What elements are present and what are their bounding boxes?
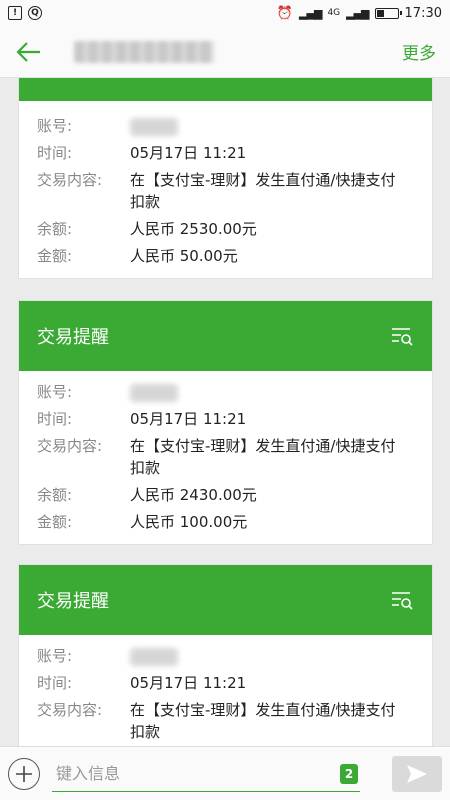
send-button[interactable] [392, 755, 442, 792]
time-row: 时间: 05月17日 11:21 [19, 408, 432, 430]
row-label: 交易内容: [37, 701, 103, 719]
card-body: 账号: 时间: 05月17日 11:21 交易内容: 在【支付宝-理财】发生直付… [19, 371, 432, 544]
content-row: 交易内容: 在【支付宝-理财】发生直付通/快捷支付扣款 [19, 699, 432, 743]
row-value: 05月17日 11:21 [130, 144, 247, 162]
message-input[interactable] [52, 763, 322, 783]
account-redacted [130, 383, 178, 402]
row-label: 金额: [37, 513, 73, 531]
card-title: 交易提醒 [37, 327, 109, 348]
network-label: 4G [327, 8, 341, 18]
row-value: 人民币 2430.00元 [130, 486, 257, 504]
plus-button[interactable] [8, 757, 40, 790]
row-label: 交易内容: [37, 437, 103, 455]
row-value: 在【支付宝-理财】发生直付通/快捷支付扣款 [130, 701, 396, 741]
account-redacted [130, 647, 178, 666]
account-row: 账号: [19, 115, 432, 137]
send-icon [407, 764, 427, 783]
row-value: 人民币 50.00元 [130, 247, 238, 265]
row-label: 金额: [37, 247, 73, 265]
card-header [19, 78, 432, 101]
status-bar: ! Q ⏰ ▂▄▆ 4G ▂▄▆ 17:30 [0, 0, 450, 26]
amount-row: 金额: 人民币 50.00元 [19, 245, 432, 267]
card-header: 交易提醒 [19, 301, 432, 371]
input-bar: 2 [0, 746, 450, 800]
balance-row: 余额: 人民币 2430.00元 [19, 484, 432, 506]
row-value: 在【支付宝-理财】发生直付通/快捷支付扣款 [130, 437, 396, 477]
row-label: 时间: [37, 674, 73, 692]
row-label: 时间: [37, 410, 73, 428]
message-card[interactable]: 交易提醒 账号: 时间: 05月17日 11:21 交易内容: 在【支付宝-理财… [18, 564, 433, 746]
arrow-left-icon [16, 41, 40, 62]
app-notification-icon: Q [28, 6, 42, 20]
time-row: 时间: 05月17日 11:21 [19, 142, 432, 164]
row-value: 05月17日 11:21 [130, 674, 247, 692]
account-row: 账号: [19, 381, 432, 403]
notification-icon: ! [8, 6, 22, 20]
message-card: 账号: 时间: 05月17日 11:21 交易内容: 在【支付宝-理财】发生直付… [18, 78, 433, 279]
battery-icon [374, 7, 402, 19]
conversation-title-redacted [74, 40, 214, 63]
content-row: 交易内容: 在【支付宝-理财】发生直付通/快捷支付扣款 [19, 169, 432, 213]
more-button[interactable]: 更多 [402, 39, 436, 64]
row-label: 账号: [37, 647, 73, 665]
row-label: 余额: [37, 486, 73, 504]
row-label: 账号: [37, 117, 73, 135]
alarm-icon: ⏰ [276, 5, 294, 21]
balance-row: 余额: 人民币 2530.00元 [19, 218, 432, 240]
plus-icon [16, 765, 32, 782]
amount-row: 金额: 人民币 100.00元 [19, 511, 432, 533]
filter-search-icon[interactable] [390, 590, 414, 610]
row-label: 账号: [37, 383, 73, 401]
row-label: 余额: [37, 220, 73, 238]
message-input-wrapper: 2 [52, 756, 360, 792]
counter-badge: 2 [340, 763, 358, 784]
message-card[interactable]: 交易提醒 账号: 时间: 05月17日 11:21 交易内容: 在【支付宝-理财… [18, 300, 433, 545]
row-label: 交易内容: [37, 171, 103, 189]
back-button[interactable] [14, 38, 42, 66]
row-value: 人民币 2530.00元 [130, 220, 257, 238]
row-value: 在【支付宝-理财】发生直付通/快捷支付扣款 [130, 171, 396, 211]
time-row: 时间: 05月17日 11:21 [19, 672, 432, 694]
top-bar: 更多 [0, 26, 450, 78]
row-label: 时间: [37, 144, 73, 162]
row-value: 05月17日 11:21 [130, 410, 247, 428]
row-value: 人民币 100.00元 [130, 513, 248, 531]
card-header: 交易提醒 [19, 565, 432, 635]
card-title: 交易提醒 [37, 591, 109, 612]
card-body: 账号: 时间: 05月17日 11:21 交易内容: 在【支付宝-理财】发生直付… [19, 101, 432, 278]
status-time: 17:30 [404, 5, 442, 21]
account-row: 账号: [19, 645, 432, 667]
content-row: 交易内容: 在【支付宝-理财】发生直付通/快捷支付扣款 [19, 435, 432, 479]
account-redacted [130, 117, 178, 136]
signal-icon-2: ▂▄▆ [346, 6, 369, 20]
signal-icon: ▂▄▆ [299, 6, 322, 20]
filter-search-icon[interactable] [390, 326, 414, 346]
card-body: 账号: 时间: 05月17日 11:21 交易内容: 在【支付宝-理财】发生直付… [19, 635, 432, 746]
message-list[interactable]: 账号: 时间: 05月17日 11:21 交易内容: 在【支付宝-理财】发生直付… [0, 78, 450, 746]
